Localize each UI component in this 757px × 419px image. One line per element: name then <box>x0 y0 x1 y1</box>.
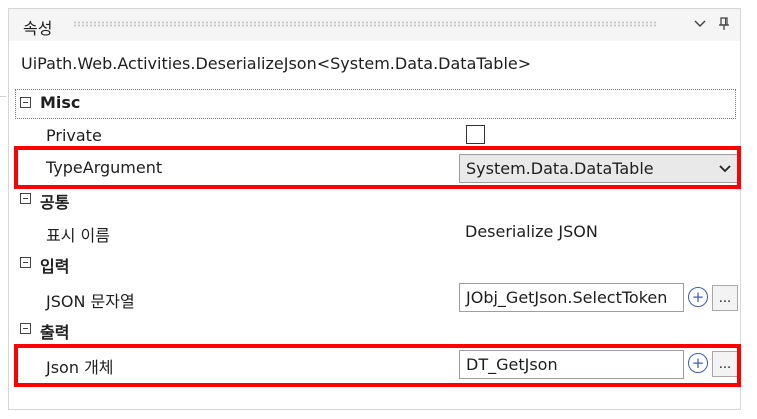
titlebar-grip[interactable] <box>73 21 656 27</box>
category-input[interactable]: 입력 <box>9 248 740 280</box>
panel-title: 속성 <box>23 19 53 38</box>
property-name: Json 개체 <box>46 358 114 377</box>
property-name: 표시 이름 <box>46 226 110 245</box>
minus-box-icon[interactable] <box>20 323 31 334</box>
display-name-value[interactable]: Deserialize JSON <box>465 222 598 241</box>
category-label: 공통 <box>40 193 70 212</box>
private-checkbox[interactable] <box>466 125 485 144</box>
properties-panel: 속성 UiPath.Web.Activities.DeserializeJson… <box>8 8 741 410</box>
json-string-input[interactable]: JObj_GetJson.SelectToken <box>459 283 684 312</box>
pin-icon[interactable] <box>713 13 735 35</box>
category-output[interactable]: 출력 <box>9 314 740 346</box>
property-row-json-object[interactable]: Json 개체 DT_GetJson + ... <box>9 348 740 380</box>
property-row-private[interactable]: Private <box>9 120 740 152</box>
property-row-typeargument[interactable]: TypeArgument System.Data.DataTable <box>9 152 740 184</box>
property-name: TypeArgument <box>46 158 163 177</box>
select-value: System.Data.DataTable <box>466 159 654 178</box>
ellipsis-button[interactable]: ... <box>712 351 738 377</box>
chevron-down-icon[interactable] <box>719 158 731 182</box>
category-label: Misc <box>40 93 81 112</box>
background-divider <box>0 96 6 97</box>
property-name: JSON 문자열 <box>46 292 135 311</box>
chevron-down-icon[interactable] <box>689 13 711 35</box>
property-name: Private <box>46 126 102 145</box>
category-label: 출력 <box>40 323 70 342</box>
activity-type-name: UiPath.Web.Activities.DeserializeJson<Sy… <box>21 54 532 73</box>
ellipsis-button[interactable]: ... <box>712 285 738 311</box>
json-object-input[interactable]: DT_GetJson <box>459 350 684 379</box>
category-misc[interactable]: Misc <box>9 88 740 120</box>
input-value: DT_GetJson <box>466 355 558 374</box>
plus-circle-icon[interactable]: + <box>688 353 708 373</box>
focus-outline <box>15 89 736 119</box>
minus-box-icon[interactable] <box>20 97 31 108</box>
minus-box-icon[interactable] <box>20 193 31 204</box>
panel-titlebar: 속성 <box>9 9 740 41</box>
property-row-json-string[interactable]: JSON 문자열 JObj_GetJson.SelectToken + ... <box>9 280 740 314</box>
typeargument-select[interactable]: System.Data.DataTable <box>459 154 739 183</box>
category-common[interactable]: 공통 <box>9 184 740 216</box>
property-row-display-name[interactable]: 표시 이름 Deserialize JSON <box>9 216 740 248</box>
input-value: JObj_GetJson.SelectToken <box>466 288 668 307</box>
minus-box-icon[interactable] <box>20 257 31 268</box>
plus-circle-icon[interactable]: + <box>688 287 708 307</box>
category-label: 입력 <box>40 257 70 276</box>
